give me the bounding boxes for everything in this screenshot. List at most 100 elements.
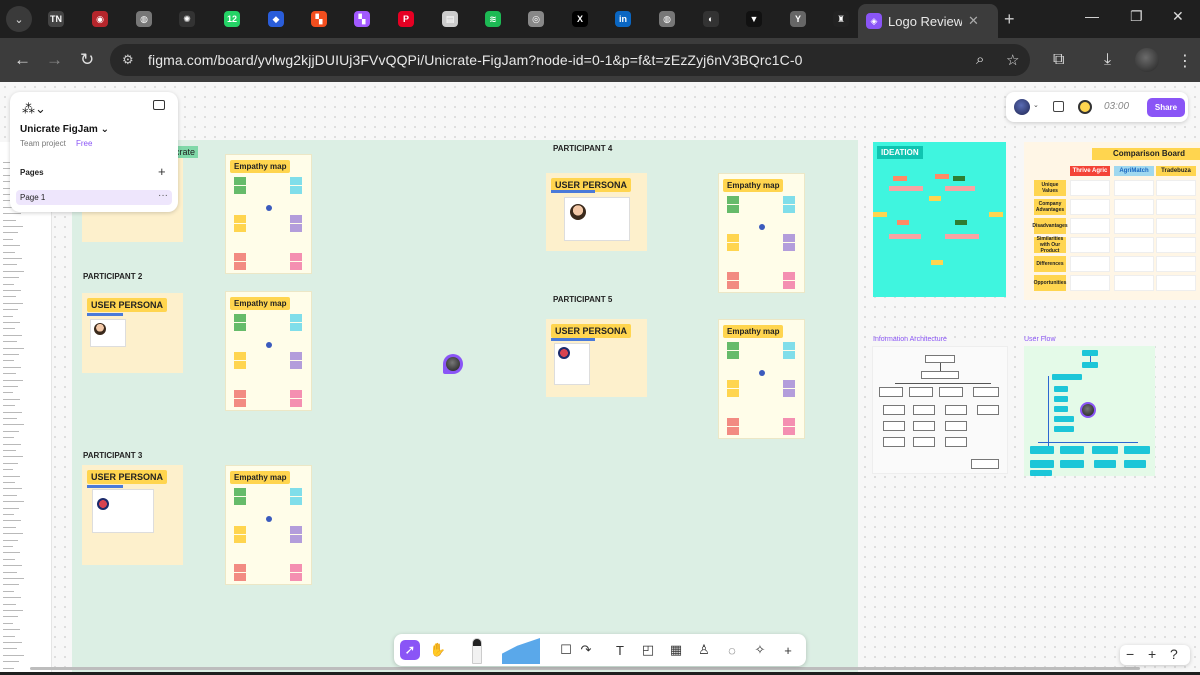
sticky-note[interactable] [727,380,739,388]
sticky-note[interactable] [234,253,246,261]
sticky-note[interactable] [727,234,739,242]
sticky-note[interactable] [783,205,795,213]
sticky-note[interactable] [290,573,302,581]
tab-active[interactable]: ◈ Logo Review b ✕ [858,4,998,38]
tab-search-chevron-icon[interactable]: ⌄ [6,6,32,32]
reload-icon[interactable]: ↻ [80,50,94,70]
sticky-note[interactable] [234,573,246,581]
sticky-note[interactable] [727,272,739,280]
profile-avatar[interactable] [1135,48,1159,72]
extensions-icon[interactable]: ⧉ [1053,51,1064,69]
sticky-note[interactable] [234,535,246,543]
empathy-map-1[interactable]: Empathy map [225,154,312,274]
sticky-note[interactable] [234,497,246,505]
browser-tab[interactable]: ▚ [342,4,382,34]
timer-value[interactable]: 03:00 [1104,101,1129,112]
horizontal-scrollbar[interactable] [30,667,1140,670]
empathy-map-5[interactable]: Empathy map [718,319,805,439]
persona-card-p4[interactable]: USER PERSONA [546,173,647,251]
browser-tab[interactable]: X [560,4,600,34]
browser-tab[interactable]: 12 [212,4,252,34]
persona-card-p5[interactable]: USER PERSONA [546,319,647,397]
sticky-note[interactable] [290,564,302,572]
sticky-note[interactable] [234,564,246,572]
browser-tab[interactable]: TN [36,4,76,34]
sticky-note[interactable] [727,389,739,397]
ideation-board[interactable]: IDEATION [873,142,1006,297]
new-tab-icon[interactable]: + [1004,9,1015,30]
add-page-icon[interactable]: + [158,164,166,179]
sticky-note[interactable] [290,215,302,223]
sticky-note[interactable] [234,186,246,194]
browser-tab[interactable]: ▤ [430,4,470,34]
sticky-note[interactable] [290,497,302,505]
page-item-page-1[interactable]: Page 1 ··· [16,190,172,205]
sticky-note[interactable] [783,243,795,251]
browser-tab[interactable]: ◆ [256,4,296,34]
table-tool-icon[interactable]: ▦ [666,640,686,660]
figma-menu-icon[interactable]: ⁂⌄ [22,101,46,117]
comparison-board[interactable]: Comparison Board Thrive Agric AgriMatch Tr… [1024,142,1200,300]
forward-icon[interactable]: → [46,50,63,70]
sticky-note[interactable] [727,205,739,213]
download-icon[interactable]: ⤓ [1104,51,1111,69]
user-flow-board[interactable] [1024,346,1155,476]
connector-tool-icon[interactable]: ↷ [576,640,596,660]
empathy-map-2[interactable]: Empathy map [225,291,312,411]
persona-card-p2[interactable]: USER PERSONA [82,293,183,373]
sticky-note[interactable] [234,262,246,270]
close-window-icon[interactable]: ✕ [1172,8,1184,25]
sticky-note[interactable] [783,418,795,426]
information-architecture-board[interactable] [872,346,1008,474]
sticky-note[interactable] [234,390,246,398]
sticky-note[interactable] [783,272,795,280]
browser-tab[interactable]: ♜ [821,4,861,34]
marker-tool-icon[interactable] [472,638,482,664]
sticky-note[interactable] [234,224,246,232]
sticky-note[interactable] [727,196,739,204]
figjam-canvas[interactable]: PARTICIPANT 2 USER PERSONA PARTICIPANT 3… [0,82,1200,672]
sticky-note[interactable] [234,352,246,360]
minimize-icon[interactable]: — [1085,8,1099,24]
sticky-note[interactable] [727,243,739,251]
sticky-note[interactable] [234,177,246,185]
sticky-note[interactable] [290,352,302,360]
zoom-in-icon[interactable]: + [1148,646,1156,662]
sticky-note[interactable] [290,526,302,534]
stamp-tool-icon[interactable]: ♙ [694,640,714,660]
help-icon[interactable]: ? [1170,646,1178,662]
sticky-note[interactable] [234,323,246,331]
sticky-note[interactable] [290,535,302,543]
site-settings-icon[interactable]: ⚙ [122,52,134,68]
zoom-out-icon[interactable]: − [1126,646,1134,662]
user-avatar[interactable] [1014,99,1030,115]
sticky-note[interactable] [727,281,739,289]
address-bar[interactable]: ⚙ figma.com/board/yvlwg2kjjDUIUj3FVvQQPi… [110,44,1030,76]
sticky-note[interactable] [783,380,795,388]
sticky-note[interactable] [727,342,739,350]
shapes-tool-icon[interactable] [502,638,540,664]
empathy-map-4[interactable]: Empathy map [718,173,805,293]
bookmark-star-icon[interactable]: ☆ [1006,51,1019,69]
sticky-note[interactable] [727,351,739,359]
back-icon[interactable]: ← [14,50,31,70]
text-tool-icon[interactable]: T [610,640,630,660]
sticker-tool-icon[interactable]: ◌ [722,640,742,660]
sticky-note[interactable] [290,361,302,369]
sticky-note[interactable] [290,253,302,261]
browser-tab[interactable]: ◍ [647,4,687,34]
ai-tool-icon[interactable]: ✧ [750,640,770,660]
sticky-note[interactable] [290,262,302,270]
browser-tab[interactable]: ▼ [734,4,774,34]
more-icon[interactable]: ··· [158,190,168,201]
browser-tab[interactable]: in [603,4,643,34]
sticky-note[interactable] [234,215,246,223]
hand-tool-icon[interactable]: ✋ [428,640,448,660]
section-tool-icon[interactable]: ◰ [638,640,658,660]
persona-card-p3[interactable]: USER PERSONA [82,465,183,565]
share-button[interactable]: Share [1147,98,1185,117]
rectangle-tool-icon[interactable]: ☐ [556,640,576,660]
sticky-note[interactable] [290,314,302,322]
sticky-note[interactable] [234,314,246,322]
sticky-note[interactable] [290,186,302,194]
